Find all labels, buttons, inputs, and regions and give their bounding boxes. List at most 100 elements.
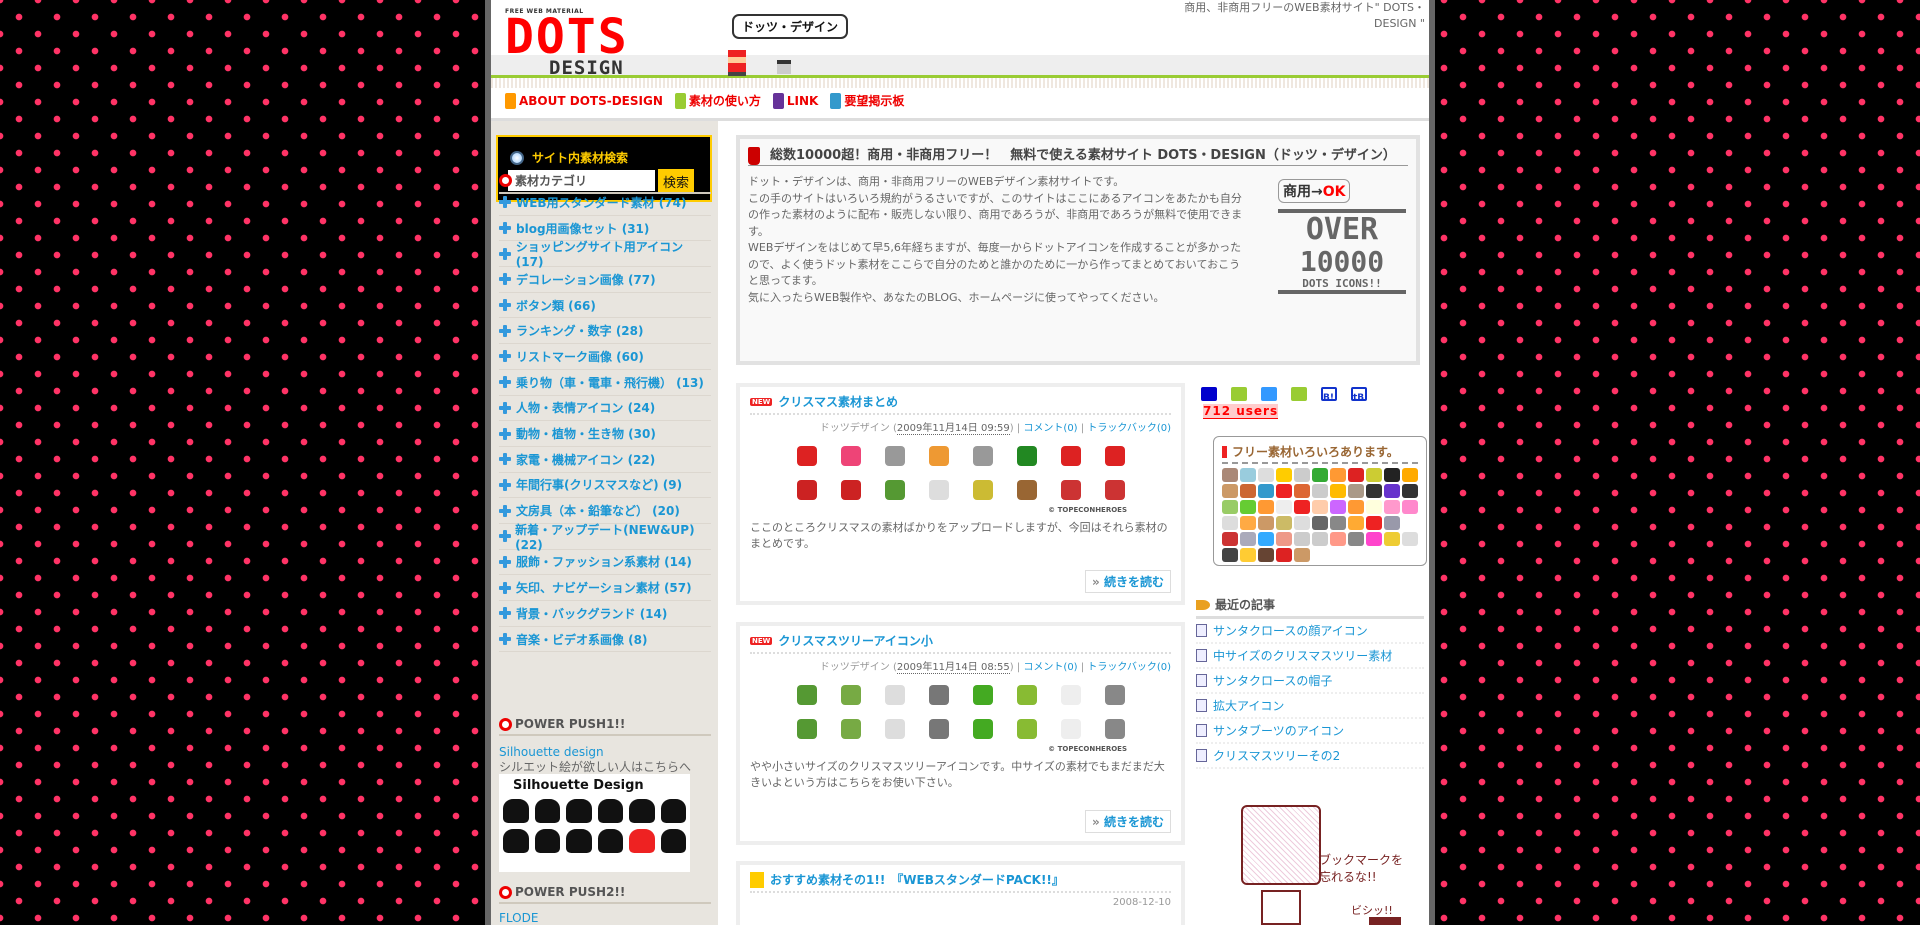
- trackbacks-link[interactable]: トラックバック(0): [1087, 662, 1171, 673]
- bookmark-users-count[interactable]: 712 users: [1203, 404, 1279, 419]
- post-body: ここのところクリスマスの素材ばかりをアップロードしますが、今回はそれら素材のまと…: [750, 521, 1168, 550]
- medal-icon: [750, 871, 764, 888]
- free-material-icon: [1258, 516, 1274, 530]
- plus-icon: [499, 478, 511, 491]
- nav-link[interactable]: ABOUT DOTS-DESIGN: [505, 92, 663, 109]
- power-push1-heading: POWER PUSH1!!: [499, 717, 711, 736]
- free-material-icon: [1258, 500, 1274, 514]
- nav-link-label: ABOUT DOTS-DESIGN: [519, 93, 663, 108]
- free-materials-title: フリー素材いろいろあります。: [1232, 445, 1399, 459]
- category-heading-label: 素材カテゴリ: [515, 174, 588, 188]
- category-link[interactable]: 人物・表情アイコン (24): [516, 399, 655, 416]
- nav-link[interactable]: 素材の使い方: [674, 92, 761, 109]
- category-link[interactable]: WEB用スタンダード素材 (74): [516, 194, 686, 211]
- free-material-icon: [1366, 484, 1382, 498]
- free-material-icon: [1384, 484, 1400, 498]
- read-more-button[interactable]: » 続きを読む: [1085, 570, 1171, 593]
- plus-icon: [499, 299, 511, 312]
- category-item: 動物・植物・生き物 (30): [499, 421, 711, 447]
- recent-item: 中サイズのクリスマスツリー素材: [1196, 644, 1424, 669]
- post-author: ドッツデザイン: [819, 423, 890, 434]
- social-bookmark-icon[interactable]: [1261, 387, 1277, 401]
- comments-link[interactable]: コメント(0): [1023, 662, 1077, 673]
- material-icon: [928, 446, 949, 466]
- category-link[interactable]: 乗り物（車・電車・飛行機） (13): [516, 374, 704, 391]
- free-material-icon: [1240, 484, 1256, 498]
- ring-icon: [499, 717, 512, 731]
- category-link[interactable]: 文房具（本・鉛筆など） (20): [516, 502, 680, 519]
- nav-link-label: 素材の使い方: [688, 94, 761, 108]
- category-link[interactable]: 背景・バックグランド (14): [516, 605, 667, 622]
- category-link[interactable]: リストマーク画像 (60): [516, 348, 644, 365]
- nav-link[interactable]: 要望掲示板: [830, 92, 904, 109]
- recent-article-link[interactable]: サンタクロースの顔アイコン: [1213, 622, 1368, 639]
- book-icon: [830, 92, 842, 109]
- category-link[interactable]: 年間行事(クリスマスなど) (9): [516, 476, 682, 493]
- category-link[interactable]: 音楽・ビデオ系画像 (8): [516, 631, 648, 648]
- material-icon: [1060, 719, 1081, 739]
- category-link[interactable]: 新着・アップデート(NEW&UP) (22): [515, 521, 711, 552]
- cross-icon: [1369, 917, 1401, 925]
- material-icon: [928, 685, 949, 705]
- social-bookmark-icon[interactable]: [1291, 387, 1307, 401]
- recent-article-link[interactable]: サンタクロースの帽子: [1213, 672, 1332, 689]
- mascot-line2: 忘れるな!!: [1319, 870, 1377, 884]
- silhouette-link[interactable]: Silhouette design: [499, 745, 604, 759]
- free-material-icon: [1222, 548, 1238, 562]
- category-link[interactable]: blog用画像セット (31): [516, 220, 649, 237]
- comments-link[interactable]: コメント(0): [1023, 423, 1077, 434]
- site-logo[interactable]: FREE WEB MATERIAL DOTS DESIGN: [505, 8, 629, 78]
- social-bookmark-icon[interactable]: tB: [1351, 387, 1367, 403]
- intro-paragraph: WEBデザインをはじめて早5,6年経ちますが、毎度一からドットアイコンを作成する…: [748, 241, 1242, 287]
- free-material-icon: [1294, 516, 1310, 530]
- social-bookmark-icon[interactable]: [1231, 387, 1247, 401]
- material-icon: [1104, 480, 1125, 500]
- recent-article-link[interactable]: 中サイズのクリスマスツリー素材: [1213, 647, 1392, 664]
- bookmark-ribbon-icon: [1222, 445, 1227, 458]
- material-icon: [1016, 685, 1037, 705]
- recent-article-link[interactable]: 拡大アイコン: [1213, 697, 1284, 714]
- category-link[interactable]: 動物・植物・生き物 (30): [516, 425, 656, 442]
- recent-item: クリスマスツリーその2: [1196, 744, 1424, 769]
- free-material-icon: [1294, 484, 1310, 498]
- category-link[interactable]: ランキング・数字 (28): [516, 322, 644, 339]
- category-item: デコレーション画像 (77): [499, 267, 711, 293]
- category-item: 矢印、ナビゲーション素材 (57): [499, 575, 711, 601]
- category-link[interactable]: 家電・機械アイコン (22): [516, 451, 655, 468]
- silhouette-icons: [503, 799, 686, 853]
- silhouette-banner[interactable]: Silhouette Design: [499, 774, 690, 872]
- material-icon: [1060, 685, 1081, 705]
- category-link[interactable]: ボタン類 (66): [516, 297, 596, 314]
- material-icon: [928, 719, 949, 739]
- nav-link[interactable]: LINK: [772, 92, 818, 109]
- material-icon: [1104, 719, 1125, 739]
- post-author: ドッツデザイン: [819, 662, 890, 673]
- flode-link[interactable]: FLODE: [499, 911, 538, 925]
- free-material-icon: [1240, 468, 1256, 482]
- recent-item: サンタブーツのアイコン: [1196, 719, 1424, 744]
- free-material-icon: [1276, 516, 1292, 530]
- category-link[interactable]: デコレーション画像 (77): [516, 271, 656, 288]
- post-title-link[interactable]: クリスマス素材まとめ: [778, 393, 898, 410]
- post-title-link[interactable]: クリスマスツリーアイコン小: [778, 632, 933, 649]
- category-link[interactable]: 服飾・ファッション系素材 (14): [516, 553, 692, 570]
- post-title-link[interactable]: おすすめ素材その1!! 『WEBスタンダードPACK!!』: [770, 871, 1064, 888]
- recent-article-link[interactable]: サンタブーツのアイコン: [1213, 722, 1344, 739]
- read-more-button[interactable]: » 続きを読む: [1085, 810, 1171, 833]
- document-icon: [1196, 699, 1207, 712]
- document-icon: [1196, 649, 1207, 662]
- trackbacks-link[interactable]: トラックバック(0): [1087, 423, 1171, 434]
- material-icon: [796, 480, 817, 500]
- post-icons: [750, 685, 1171, 739]
- recent-article-link[interactable]: クリスマスツリーその2: [1213, 747, 1340, 764]
- category-link[interactable]: ショッピングサイト用アイコン (17): [516, 238, 711, 269]
- free-materials-box[interactable]: フリー素材いろいろあります。: [1213, 436, 1427, 566]
- material-icon: [840, 480, 861, 500]
- category-link[interactable]: 矢印、ナビゲーション素材 (57): [516, 579, 692, 596]
- category-item: 乗り物（車・電車・飛行機） (13): [499, 370, 711, 396]
- double-chevron-icon: »: [1092, 575, 1100, 589]
- social-bookmark-icon[interactable]: B!: [1321, 387, 1337, 403]
- post-date: 2008-12-10: [1112, 897, 1171, 908]
- document-icon: [1196, 674, 1207, 687]
- social-bookmark-icon[interactable]: [1201, 387, 1217, 401]
